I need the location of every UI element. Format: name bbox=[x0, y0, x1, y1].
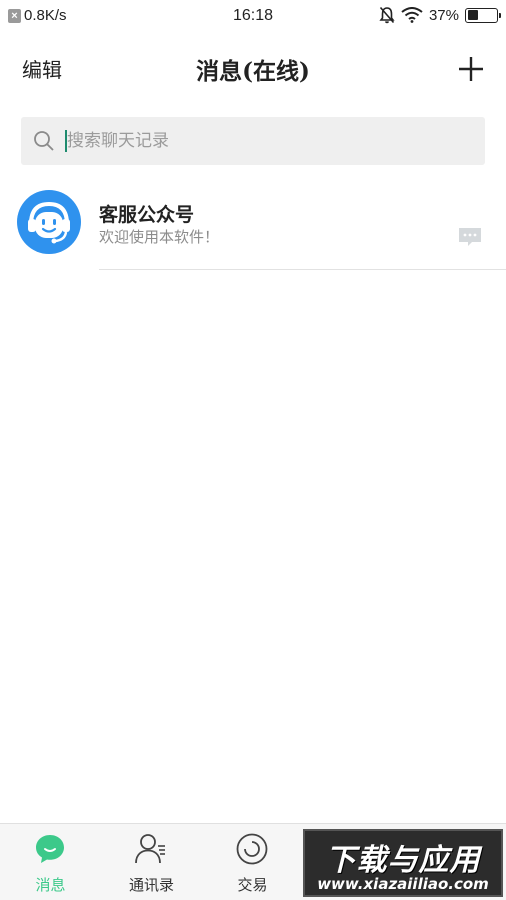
customer-service-icon bbox=[28, 201, 70, 244]
nav-label: 消息 bbox=[35, 876, 66, 894]
watermark-logo: 下载与应用 www.xiazaiiliao.com bbox=[303, 829, 503, 897]
search-input[interactable] bbox=[65, 125, 465, 157]
avatar bbox=[17, 190, 81, 254]
conversation-item[interactable]: 客服公众号 欢迎使用本软件！ bbox=[0, 186, 506, 270]
battery-icon bbox=[465, 7, 501, 23]
page-title: 消息(在线) bbox=[196, 58, 310, 85]
conversation-preview: 欢迎使用本软件！ bbox=[99, 228, 220, 246]
nav-item-messages[interactable]: 消息 bbox=[0, 824, 101, 900]
status-right: 37% bbox=[379, 6, 501, 24]
nav-item-contacts[interactable]: 通讯录 bbox=[101, 824, 202, 900]
text-cursor bbox=[65, 130, 67, 152]
nav-label: 交易 bbox=[237, 876, 268, 894]
message-bubble-icon bbox=[459, 228, 481, 246]
contacts-icon bbox=[135, 834, 165, 864]
header: 编辑 消息(在线) bbox=[0, 34, 506, 102]
wifi-icon bbox=[401, 7, 423, 23]
divider bbox=[99, 269, 506, 270]
conversation-name: 客服公众号 bbox=[99, 204, 195, 226]
trade-circle-icon bbox=[236, 833, 268, 865]
search-bar[interactable] bbox=[21, 117, 485, 165]
nav-item-trade[interactable]: 交易 bbox=[202, 824, 303, 900]
app-screen: × 0.8K/s 16:18 37% 编辑 消息(在线) 搜索聊天记录 客服公众… bbox=[0, 0, 506, 900]
nav-label: 通讯录 bbox=[128, 876, 174, 894]
edit-button[interactable]: 编辑 bbox=[22, 54, 62, 83]
battery-fill bbox=[467, 10, 478, 20]
battery-percent: 37% bbox=[428, 6, 459, 24]
bell-off-icon bbox=[379, 6, 395, 24]
status-bar: × 0.8K/s 16:18 37% bbox=[0, 0, 506, 34]
add-icon[interactable] bbox=[456, 54, 486, 84]
watermark-brand: 下载与应用 bbox=[325, 843, 481, 878]
search-icon bbox=[34, 131, 54, 151]
watermark-url: www.xiazaiiliao.com bbox=[317, 875, 489, 893]
chat-bubble-icon bbox=[36, 835, 64, 863]
